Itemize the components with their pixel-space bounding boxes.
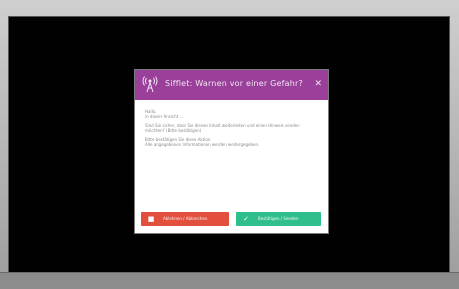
reject-button[interactable]: ■ Ablehnen / Abbrechen <box>141 212 229 226</box>
accept-button[interactable]: ✓ Bestätigen / Senden <box>236 212 321 226</box>
stop-icon: ■ <box>147 215 155 223</box>
check-icon: ✓ <box>243 215 249 223</box>
monitor-bottom-bar <box>0 272 459 289</box>
accept-button-label: Bestätigen / Senden <box>258 216 299 221</box>
dialog-body: Hallo, in dieser Ansicht ... Sind Sie si… <box>145 109 319 147</box>
dialog-header: Sifflet: Warnen vor einer Gefahr? ✕ <box>135 70 328 100</box>
body-line: Alle angegebenen Informationen werden we… <box>145 142 260 147</box>
signal-tower-icon <box>142 76 158 93</box>
reject-button-label: Ablehnen / Abbrechen <box>163 216 208 221</box>
warning-dialog: Sifflet: Warnen vor einer Gefahr? ✕ Hall… <box>134 69 329 234</box>
dialog-title: Sifflet: Warnen vor einer Gefahr? <box>165 79 303 88</box>
close-icon[interactable]: ✕ <box>314 79 322 89</box>
